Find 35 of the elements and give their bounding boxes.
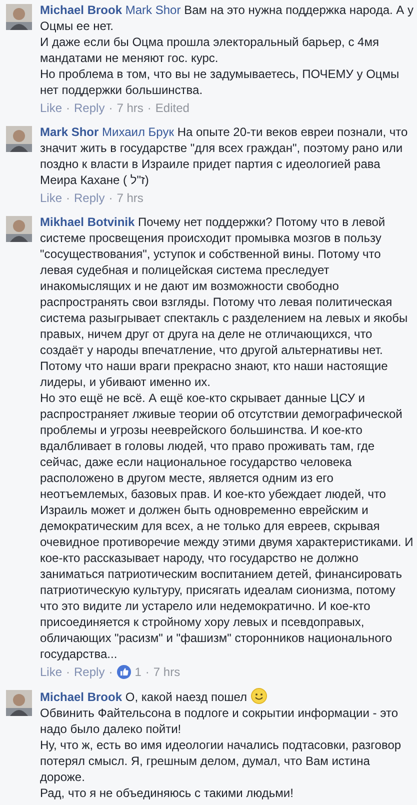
comment-text: Michael Brook О, какой наезд пошел [40, 688, 415, 705]
mention-link[interactable]: Mark Shor [125, 3, 181, 17]
author-name[interactable]: Michael Brook [40, 3, 122, 17]
separator-dot: · [66, 100, 70, 116]
separator-dot: · [147, 100, 152, 116]
reply-link[interactable]: Reply [74, 664, 105, 680]
reply-link[interactable]: Reply [74, 100, 105, 116]
separator-dot: · [145, 664, 150, 680]
like-link[interactable]: Like [40, 100, 62, 116]
comment-text: Mikhael Botvinik Почему нет поддержки? Потому что в левой системе просвещения происходит промывка мозгов в пользу "сосуществования", уступок и собственной вины. Потому что левая судебная и полицейская система преследует инакомыслящих и не дают им возможности свободно распространять свои взгляды. Потому что левая политическая система разыгрывает спектакль с разделением на левых и якобы правых, ничем друг от друга на деле не отличающихся, что создаёт у народы впечатление, что другой альтернативы нет. Потому что наши враги прекрасно знают, кто наши настоящие лидеры, и убивают именно их. [40, 214, 409, 390]
reply-link[interactable]: Reply [74, 190, 105, 206]
comment-text: Но проблема в том, что вы не задумываетесь, ПОЧЕМУ у Оцмы нет поддержки большинства. [40, 66, 400, 98]
comment-text: Michael Brook Mark Shor Вам на это нужна поддержка народа. А у Оцмы ее нет. [40, 2, 415, 34]
separator-dot: · [66, 190, 70, 206]
like-link[interactable]: Like [40, 664, 62, 680]
timestamp: 7 hrs [153, 664, 180, 680]
author-name[interactable]: Michael Brook [40, 690, 122, 704]
comment-text: Ну, что ж, есть во имя идеологии начались подтасовки, разговор потерял смысл. Я, грешным делом, думал, что Вам истина дороже. [40, 737, 402, 785]
separator-dot: · [108, 664, 113, 680]
comment-text: И даже если бы Оцма прошла электоральный барьер, с 4мя мандатами не меняют гос. курс. [40, 34, 380, 66]
author-name[interactable]: Mark Shor [40, 125, 99, 139]
like-link[interactable]: Like [40, 190, 62, 206]
edited-label: Edited [155, 100, 190, 116]
reaction-count[interactable]: 1 [134, 664, 142, 680]
comment-text: Но это ещё не всё. А ещё кое-кто скрывает данные ЦСУ и распространяет лживые теории об отсутствии демографической проблемы и угрозы нееврейского большинства. И кое-кто вдалбливает в головы людей, что право проживать там, где сейчас, даже если национальное государство человека расположено в другом месте, является одним из его неотъемлемых, базовых прав. И кое-кто убеждает людей, что Израиль может и должен быть одновременно еврейским и демократическим для всех, а не только для евреев, скрывая очевидное противоречие между этими двумя характеристиками. И кое-кто рассказывает народу, что государство не должно заниматься патриотическим воспитанием детей, финансировать патриотическую культуру, присягать идеалам сионизма, потому что это видите ли устарело или недемократично. И кое-кто присоединяется к стройному хору левых и псевдоправых, обличающих "расизм" и "фашизм" сторонников национального государства... [40, 390, 414, 662]
timestamp: 7 hrs [116, 100, 144, 116]
separator-dot: · [108, 190, 113, 206]
comment-text: Рад, что я не объединяюсь с такими людьми! [40, 785, 294, 801]
separator-dot: · [108, 100, 113, 116]
thumbs-up-icon [116, 665, 131, 679]
separator-dot: · [66, 664, 70, 680]
timestamp: 7 hrs [116, 190, 144, 206]
mention-link[interactable]: Михаил Брук [102, 125, 174, 139]
author-name[interactable]: Mikhael Botvinik [40, 215, 135, 229]
comment-text: Обвинить Файтельсона в подлоге и сокрытии информации - это надо было далеко пойти! [40, 705, 400, 737]
